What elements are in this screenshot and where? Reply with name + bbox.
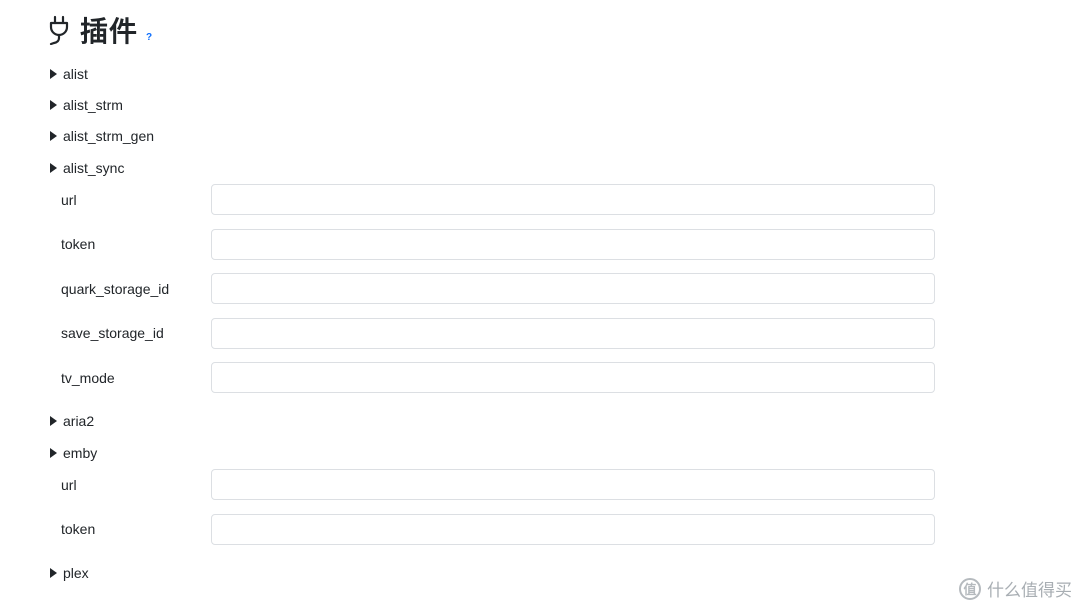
- plugin-name: alist_sync: [63, 160, 125, 176]
- caret-right-icon: [50, 448, 57, 458]
- alist-sync-save-storage-id-input[interactable]: [211, 318, 935, 349]
- alist-sync-token-input[interactable]: [211, 229, 935, 260]
- watermark-text: 什么值得买: [987, 581, 1072, 600]
- plugin-toggle-alist-strm-gen[interactable]: alist_strm_gen: [50, 128, 154, 144]
- field-label: url: [61, 192, 77, 208]
- plugin-name: alist: [63, 66, 88, 82]
- emby-url-input[interactable]: [211, 469, 935, 500]
- plugin-toggle-aria2[interactable]: aria2: [50, 413, 94, 429]
- caret-right-icon: [50, 568, 57, 578]
- alist-sync-tv-mode-input[interactable]: [211, 362, 935, 393]
- plug-icon: [48, 15, 70, 45]
- plugin-name: plex: [63, 565, 89, 581]
- field-label: token: [61, 521, 96, 537]
- plugin-toggle-alist-strm[interactable]: alist_strm: [50, 97, 123, 113]
- plugin-name: emby: [63, 445, 98, 461]
- field-label: token: [61, 236, 96, 252]
- plugin-name: alist_strm_gen: [63, 128, 155, 144]
- field-label: tv_mode: [61, 370, 115, 386]
- caret-right-icon: [50, 163, 57, 173]
- emby-token-input[interactable]: [211, 514, 935, 545]
- help-link[interactable]: ?: [146, 32, 152, 43]
- watermark-logo-icon: 值: [959, 577, 981, 600]
- page-header: 插件 ?: [48, 10, 152, 50]
- field-label: url: [61, 477, 77, 493]
- caret-right-icon: [50, 100, 57, 110]
- plugin-name: alist_strm: [63, 97, 123, 113]
- plugin-toggle-emby[interactable]: emby: [50, 445, 97, 461]
- caret-right-icon: [50, 131, 57, 141]
- plugin-toggle-alist[interactable]: alist: [50, 66, 88, 82]
- alist-sync-url-input[interactable]: [211, 184, 935, 215]
- plugin-toggle-alist-sync[interactable]: alist_sync: [50, 160, 124, 176]
- field-label: save_storage_id: [61, 325, 164, 341]
- plugin-name: aria2: [63, 413, 95, 429]
- caret-right-icon: [50, 69, 57, 79]
- caret-right-icon: [50, 416, 57, 426]
- watermark: 值 什么值得买: [959, 576, 1072, 601]
- page-title: 插件: [80, 15, 139, 48]
- alist-sync-quark-storage-id-input[interactable]: [211, 273, 935, 304]
- plugin-toggle-plex[interactable]: plex: [50, 565, 89, 581]
- field-label: quark_storage_id: [61, 281, 170, 297]
